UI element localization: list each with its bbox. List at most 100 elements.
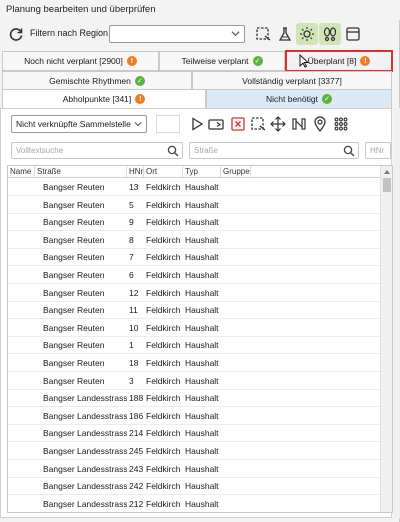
table-row[interactable]: Bangser Landesstrasse 243 Feldkirch Haushal… (8, 461, 380, 478)
cell-type: Haushalt (185, 375, 219, 386)
cell-city: Feldkirch (146, 287, 181, 298)
planning-window: Planung bearbeiten und überprüfen Filter… (0, 0, 400, 522)
location-pin-icon[interactable] (311, 115, 329, 133)
cell-name (8, 496, 35, 512)
route-nodes-icon[interactable] (290, 115, 308, 133)
remove-icon[interactable] (229, 115, 247, 133)
search-icon[interactable] (343, 145, 355, 157)
column-header-type[interactable]: Typ (183, 166, 221, 177)
cell-type: Haushalt (185, 182, 219, 192)
cell-street: Bangser Reuten (43, 217, 105, 228)
tab-label: Abholpunkte [341] (62, 94, 132, 104)
table-row[interactable]: Bangser Landesstrasse 212 Feldkirch Haushal… (8, 496, 380, 512)
street-search-input[interactable]: Straße (189, 142, 359, 159)
table-row[interactable]: Bangser Reuten 9 Feldkirch Haushalt (8, 214, 380, 232)
vertical-scrollbar[interactable] (380, 166, 392, 512)
table-row[interactable]: Bangser Reuten 12 Feldkirch Haushalt (8, 285, 380, 302)
cell-name (8, 337, 35, 353)
table-row[interactable]: Bangser Landesstrasse 188 Feldkirch Haushal… (8, 390, 380, 408)
dashed-select-icon[interactable] (252, 23, 274, 45)
cell-type: Haushalt (185, 287, 219, 298)
table-row[interactable]: Bangser Reuten 10 Feldkirch Haushalt (8, 320, 380, 337)
cell-group (221, 425, 251, 441)
search-icon[interactable] (167, 145, 179, 157)
flask-icon[interactable] (274, 23, 296, 45)
tab-not-planned[interactable]: Noch nicht verplant [2900] ! (2, 51, 159, 71)
column-header-group[interactable]: Gruppe (221, 166, 251, 177)
tab-row-1: Noch nicht verplant [2900] ! Teilweise v… (0, 50, 400, 72)
region-select[interactable] (109, 25, 245, 43)
refresh-icon[interactable] (8, 26, 24, 42)
sun-icon[interactable] (296, 23, 318, 45)
play-icon[interactable] (188, 115, 206, 133)
cell-hnr: 9 (129, 217, 134, 228)
warning-icon: ! (135, 94, 146, 104)
cell-city: Feldkirch (146, 217, 181, 228)
cell-group (221, 249, 251, 265)
table-row[interactable]: Bangser Reuten 3 Feldkirch Haushalt (8, 373, 380, 390)
dashed-select-icon[interactable] (249, 115, 267, 133)
assign-icon[interactable] (207, 115, 225, 133)
cell-name (8, 214, 35, 230)
cell-group (221, 496, 251, 512)
table-row[interactable]: Bangser Reuten 1 Feldkirch Haushalt (8, 337, 380, 355)
table-row[interactable]: Bangser Reuten 8 Feldkirch Haushalt (8, 232, 380, 249)
cell-group (221, 443, 251, 459)
blank-field[interactable] (156, 115, 180, 133)
scrollbar-thumb[interactable] (383, 178, 391, 192)
collection-point-select[interactable]: Nicht verknüpfte Sammelstelle (11, 115, 147, 133)
cell-type: Haushalt (185, 270, 219, 280)
house-number-search-input[interactable]: HNr (365, 142, 391, 159)
cell-hnr: 8 (129, 234, 134, 245)
cell-street: Bangser Reuten (43, 305, 105, 316)
cell-city: Feldkirch (146, 340, 181, 351)
grid-dots-icon[interactable] (332, 115, 350, 133)
table-row[interactable]: Bangser Landesstrasse 242 Feldkirch Haushal… (8, 478, 380, 496)
cell-street: Bangser Landesstrasse (43, 428, 127, 439)
table-row[interactable]: Bangser Reuten 5 Feldkirch Haushalt (8, 197, 380, 214)
table-row[interactable]: Bangser Reuten 7 Feldkirch Haushalt (8, 249, 380, 267)
table-row[interactable]: Bangser Landesstrasse 186 Feldkirch Haushal… (8, 408, 380, 425)
cell-street: Bangser Reuten (43, 270, 105, 280)
cell-city: Feldkirch (146, 305, 181, 316)
cell-type: Haushalt (185, 305, 219, 316)
cell-street: Bangser Reuten (43, 252, 105, 263)
footprints-icon[interactable] (319, 23, 341, 45)
tab-label: Nicht benötigt (266, 94, 318, 104)
table-row[interactable]: Bangser Reuten 18 Feldkirch Haushalt (8, 355, 380, 372)
window-layout-icon[interactable] (342, 23, 364, 45)
table-row[interactable]: Bangser Landesstrasse 214 Feldkirch Haushal… (8, 425, 380, 443)
table-row[interactable]: Bangser Reuten 13 Feldkirch Haushalt (8, 179, 380, 196)
column-header-street[interactable]: Straße (35, 166, 127, 177)
cell-type: Haushalt (185, 410, 219, 421)
fulltext-search-input[interactable]: Volltextsuche (11, 142, 183, 159)
column-header-hnr[interactable]: HNr (127, 166, 144, 177)
table-row[interactable]: Bangser Reuten 11 Feldkirch Haushalt (8, 302, 380, 320)
mouse-cursor-icon (299, 54, 309, 68)
cell-hnr: 243 (129, 463, 144, 474)
column-header-city[interactable]: Ort (144, 166, 183, 177)
scroll-up-icon[interactable] (383, 168, 391, 176)
cell-city: Feldkirch (146, 481, 181, 492)
tab-mixed-rhythms[interactable]: Gemischte Rhythmen ✓ (2, 71, 192, 91)
table-row[interactable]: Bangser Landesstrasse 245 Feldkirch Haushal… (8, 443, 380, 460)
tab-partially-planned[interactable]: Teilweise verplant ✓ (159, 51, 285, 71)
collection-point-select-value: Nicht verknüpfte Sammelstelle (16, 119, 131, 129)
check-icon: ✓ (252, 56, 263, 66)
cell-city: Feldkirch (146, 358, 181, 368)
cell-group (221, 390, 251, 406)
pickup-points-panel: Nicht verknüpfte Sammelstelle Volltextsu… (0, 108, 393, 518)
table-row[interactable]: Bangser Reuten 6 Feldkirch Haushalt (8, 267, 380, 284)
tab-fully-planned[interactable]: Vollständig verplant [3377] (192, 71, 392, 91)
move-arrows-icon[interactable] (269, 115, 287, 133)
cell-city: Feldkirch (146, 252, 181, 263)
cell-city: Feldkirch (146, 182, 181, 192)
tab-not-needed[interactable]: Nicht benötigt ✓ (206, 89, 392, 109)
column-header-name[interactable]: Name (8, 166, 35, 177)
cell-type: Haushalt (185, 340, 219, 351)
tab-pickup-points[interactable]: Abholpunkte [341] ! (2, 89, 206, 109)
cell-hnr: 7 (129, 252, 134, 263)
cell-group (221, 337, 251, 353)
tab-label: Vollständig verplant [3377] (242, 76, 342, 86)
cell-name (8, 197, 35, 213)
